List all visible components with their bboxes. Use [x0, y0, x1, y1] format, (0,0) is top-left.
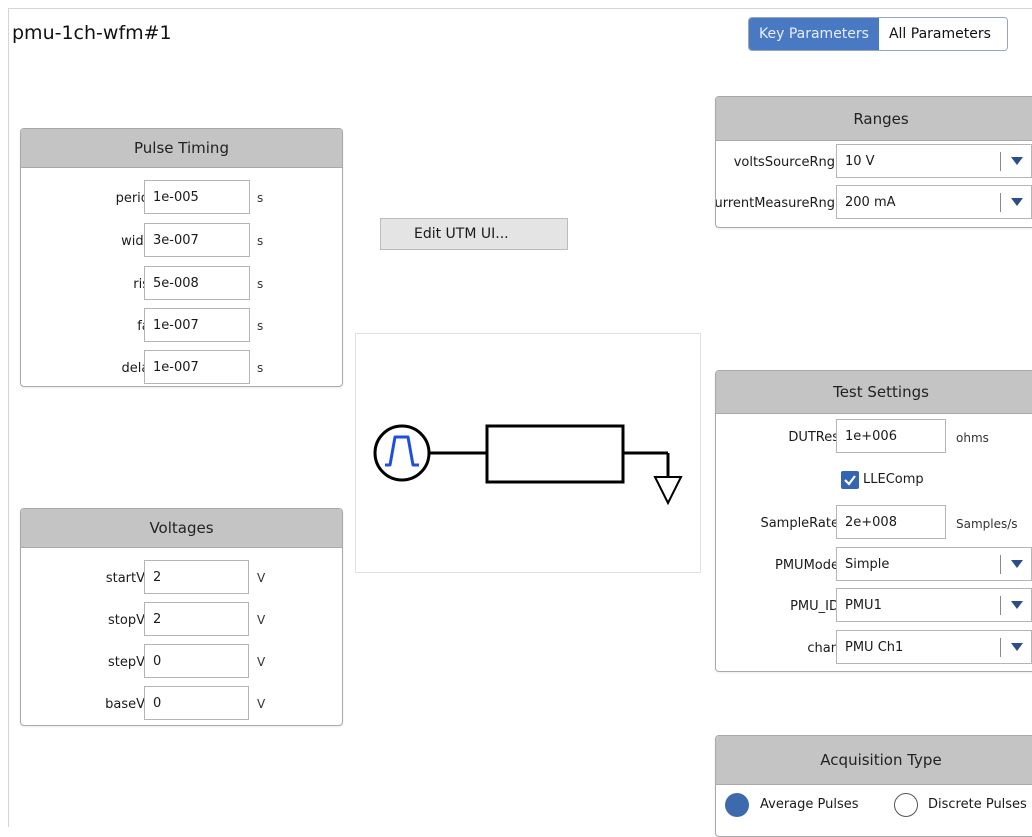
average-pulses-label: Average Pulses — [760, 797, 859, 812]
test-settings-header: Test Settings — [716, 371, 1032, 414]
chevron-down-icon[interactable] — [1011, 157, 1023, 165]
width-unit: s — [257, 234, 264, 248]
acquisition-type-header: Acquisition Type — [716, 736, 1032, 785]
samplerate-input[interactable]: 2e+008 — [836, 505, 946, 539]
select-divider — [1000, 555, 1001, 574]
chevron-down-icon[interactable] — [1011, 560, 1023, 568]
current-measure-range-value: 200 mA — [845, 194, 896, 210]
stopv-label: stopV — [108, 613, 145, 628]
current-measure-range-label: urrentMeasureRng — [715, 196, 835, 211]
stepv-label: stepV — [107, 655, 145, 670]
chan-select[interactable]: PMU Ch1 — [836, 630, 1032, 664]
startv-label: startV — [105, 571, 145, 586]
select-divider — [1000, 152, 1001, 171]
all-parameters-tab[interactable]: All Parameters — [878, 18, 1007, 50]
delay-input[interactable]: 1e-007 — [144, 350, 250, 384]
volts-source-range-value: 10 V — [845, 153, 875, 169]
fall-input[interactable]: 1e-007 — [144, 308, 250, 342]
fall-unit: s — [257, 319, 264, 333]
view-toggle[interactable]: Key Parameters All Parameters — [748, 17, 1008, 51]
basev-label: baseV — [105, 697, 145, 712]
pmu-id-value: PMU1 — [845, 597, 882, 613]
pulse-timing-header: Pulse Timing — [21, 129, 342, 168]
discrete-pulses-radio[interactable] — [894, 793, 918, 817]
chan-label: chan — [807, 641, 839, 656]
select-divider — [1000, 596, 1001, 615]
startv-unit: V — [257, 571, 266, 585]
select-divider — [1000, 193, 1001, 212]
acquisition-type-panel: Acquisition Type Average Pulses Discrete… — [715, 735, 1032, 837]
average-pulses-radio[interactable] — [725, 793, 749, 817]
period-unit: s — [257, 191, 264, 205]
startv-input[interactable]: 2 — [144, 560, 249, 594]
delay-unit: s — [257, 361, 264, 375]
test-settings-panel: Test Settings DUTRes 1e+006 ohms LLEComp… — [715, 370, 1032, 672]
basev-input[interactable]: 0 — [144, 686, 249, 720]
dutres-label: DUTRes — [788, 430, 839, 445]
period-input[interactable]: 1e-005 — [144, 180, 250, 214]
chevron-down-icon[interactable] — [1011, 198, 1023, 206]
circuit-diagram — [355, 333, 701, 573]
volts-source-range-label: voltsSourceRng — [733, 155, 835, 170]
select-divider — [1000, 638, 1001, 657]
pmumode-value: Simple — [845, 556, 890, 572]
stopv-unit: V — [257, 613, 266, 627]
pmu-id-label: PMU_ID — [790, 599, 839, 614]
rise-unit: s — [257, 277, 264, 291]
width-input[interactable]: 3e-007 — [144, 223, 250, 257]
pmu-id-select[interactable]: PMU1 — [836, 588, 1032, 622]
checkmark-icon — [844, 475, 856, 486]
stepv-input[interactable]: 0 — [144, 644, 249, 678]
current-measure-range-select[interactable]: 200 mA — [836, 185, 1032, 219]
samplerate-unit: Samples/s — [956, 517, 1018, 531]
voltages-panel: Voltages startV 2 V stopV 2 V stepV 0 V … — [20, 508, 343, 726]
chevron-down-icon[interactable] — [1011, 601, 1023, 609]
ranges-header: Ranges — [716, 97, 1032, 141]
llecomp-checkbox[interactable] — [841, 471, 859, 489]
pulse-timing-panel: Pulse Timing period 1e-005 s width 3e-00… — [20, 128, 343, 387]
basev-unit: V — [257, 697, 266, 711]
ranges-panel: Ranges voltsSourceRng 10 V urrentMeasure… — [715, 96, 1032, 228]
rise-input[interactable]: 5e-008 — [144, 266, 250, 300]
window-title: pmu-1ch-wfm#1 — [12, 22, 172, 44]
pulse-circuit-icon — [373, 424, 683, 506]
llecomp-label: LLEComp — [863, 472, 924, 487]
chevron-down-icon[interactable] — [1011, 643, 1023, 651]
pmumode-select[interactable]: Simple — [836, 547, 1032, 581]
discrete-pulses-label: Discrete Pulses — [928, 797, 1027, 812]
volts-source-range-select[interactable]: 10 V — [836, 144, 1032, 178]
pmumode-label: PMUMode — [775, 558, 839, 573]
key-parameters-tab[interactable]: Key Parameters — [749, 18, 879, 50]
chan-value: PMU Ch1 — [845, 639, 904, 655]
stepv-unit: V — [257, 655, 266, 669]
edit-utm-ui-button[interactable]: Edit UTM UI... — [380, 218, 568, 250]
dutres-input[interactable]: 1e+006 — [836, 419, 946, 453]
dutres-unit: ohms — [956, 431, 989, 445]
voltages-header: Voltages — [21, 509, 342, 548]
stopv-input[interactable]: 2 — [144, 602, 249, 636]
samplerate-label: SampleRate — [760, 516, 839, 531]
